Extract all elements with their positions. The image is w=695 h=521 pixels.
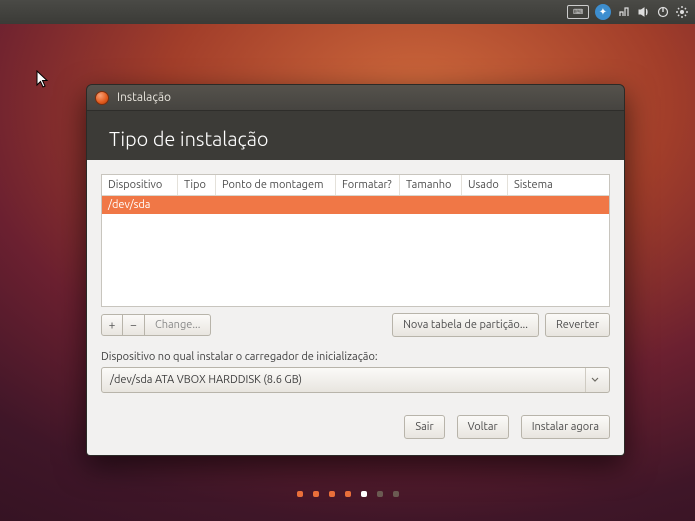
partition-table-header: Dispositivo Tipo Ponto de montagem Forma… <box>102 175 609 196</box>
partition-toolbar: + − Change... Nova tabela de partição...… <box>101 313 610 337</box>
installer-window: Instalação Tipo de instalação Dispositiv… <box>86 84 625 456</box>
col-header-format[interactable]: Formatar? <box>336 175 400 195</box>
step-dot <box>393 491 399 497</box>
col-header-mount[interactable]: Ponto de montagem <box>216 175 336 195</box>
quit-button[interactable]: Sair <box>404 415 444 439</box>
cell-device: /dev/sda <box>102 196 178 214</box>
window-title: Instalação <box>117 91 171 104</box>
desktop-background: ⌨ ✦ Instalação Tipo de instalação Di <box>0 0 695 521</box>
window-body: Dispositivo Tipo Ponto de montagem Forma… <box>87 160 624 455</box>
sound-icon[interactable] <box>637 5 651 19</box>
table-row[interactable]: /dev/sda <box>102 196 609 214</box>
bootloader-selected-value: /dev/sda ATA VBOX HARDDISK (8.6 GB) <box>110 374 302 386</box>
remove-partition-button[interactable]: − <box>123 314 145 336</box>
partition-table: Dispositivo Tipo Ponto de montagem Forma… <box>101 174 610 307</box>
step-dot <box>313 491 319 497</box>
keyboard-indicator-icon[interactable]: ⌨ <box>567 5 589 19</box>
mouse-cursor-icon <box>36 70 50 94</box>
add-partition-button[interactable]: + <box>101 314 123 336</box>
step-dot <box>297 491 303 497</box>
close-icon[interactable] <box>95 91 109 105</box>
accessibility-icon[interactable]: ✦ <box>595 4 611 20</box>
col-header-used[interactable]: Usado <box>462 175 508 195</box>
progress-dots <box>0 491 695 497</box>
back-button[interactable]: Voltar <box>457 415 509 439</box>
install-now-button[interactable]: Instalar agora <box>521 415 610 439</box>
step-dot <box>377 491 383 497</box>
settings-gear-icon[interactable] <box>675 5 689 19</box>
bootloader-label: Dispositivo no qual instalar o carregado… <box>101 351 610 363</box>
power-icon[interactable] <box>657 6 669 18</box>
col-header-system[interactable]: Sistema <box>508 175 609 195</box>
window-titlebar[interactable]: Instalação <box>87 85 624 111</box>
network-icon[interactable] <box>617 5 631 19</box>
step-dot <box>329 491 335 497</box>
page-header: Tipo de instalação <box>87 111 624 160</box>
col-header-device[interactable]: Dispositivo <box>102 175 178 195</box>
new-partition-table-button[interactable]: Nova tabela de partição... <box>392 313 539 337</box>
change-partition-button[interactable]: Change... <box>145 314 211 336</box>
step-dot <box>361 491 367 497</box>
partition-table-body[interactable]: /dev/sda <box>102 196 609 306</box>
chevron-down-icon <box>585 368 603 392</box>
col-header-type[interactable]: Tipo <box>178 175 216 195</box>
page-title: Tipo de instalação <box>109 127 602 150</box>
revert-button[interactable]: Reverter <box>545 313 610 337</box>
bootloader-device-select[interactable]: /dev/sda ATA VBOX HARDDISK (8.6 GB) <box>101 367 610 393</box>
step-dot <box>345 491 351 497</box>
top-panel: ⌨ ✦ <box>0 0 695 24</box>
col-header-size[interactable]: Tamanho <box>400 175 462 195</box>
wizard-footer: Sair Voltar Instalar agora <box>101 415 610 439</box>
